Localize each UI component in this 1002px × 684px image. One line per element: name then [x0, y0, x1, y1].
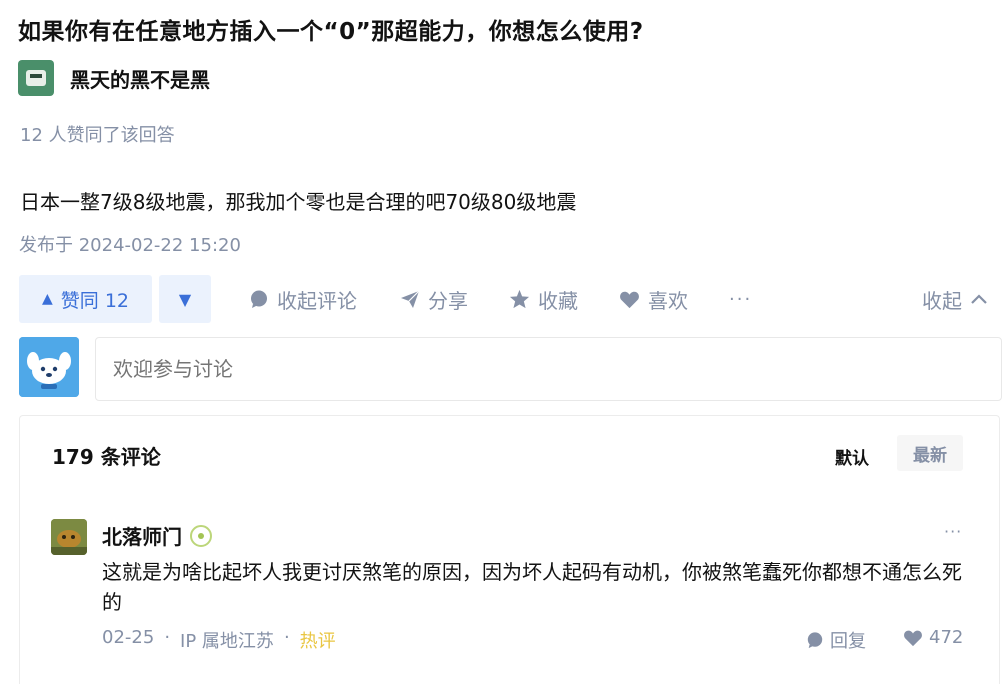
- author-name[interactable]: 黑天的黑不是黑: [70, 64, 210, 93]
- comment-more-button[interactable]: ···: [944, 522, 962, 541]
- comment-like-button[interactable]: 472: [903, 627, 963, 648]
- author-avatar[interactable]: [18, 60, 54, 96]
- action-bar: ▲ 赞同 12 ▼ 收起评论 分享 收藏 喜欢 ··· 收起: [19, 275, 1002, 323]
- vote-up-arrow-icon: ▲: [42, 291, 53, 307]
- share-label: 分享: [428, 288, 468, 313]
- collect-button[interactable]: 收藏: [509, 275, 578, 323]
- answer-content: 日本一整7级8级地震，那我加个零也是合理的吧70级80级地震: [20, 190, 577, 214]
- sort-newest-tab[interactable]: 最新: [897, 435, 963, 471]
- vote-down-arrow-icon: ▼: [178, 289, 192, 309]
- comment-text: 这就是为啥比起坏人我更讨厌煞笔的原因，因为坏人起码有动机，你被煞笔蠢死你都想不通…: [102, 560, 962, 614]
- comment-author-name[interactable]: 北落师门: [102, 521, 182, 550]
- dog-avatar-icon: [19, 337, 79, 397]
- comment-ip-location: IP 属地江苏: [180, 631, 274, 652]
- heart-icon: [620, 291, 639, 308]
- comment-like-count: 472: [929, 627, 964, 648]
- more-dots-icon: ···: [729, 288, 753, 310]
- reply-button[interactable]: 回复: [806, 627, 866, 653]
- comment-avatar-image-icon: [51, 519, 87, 555]
- author-badge-icon: [190, 524, 212, 547]
- more-actions-button[interactable]: ···: [729, 275, 752, 323]
- vote-up-button[interactable]: ▲ 赞同 12: [19, 275, 152, 323]
- comments-count: 179 条评论: [52, 445, 161, 469]
- collect-label: 收藏: [538, 288, 578, 313]
- collapse-answer-button[interactable]: 收起: [922, 275, 988, 323]
- question-title[interactable]: 如果你有在任意地方插入一个“0”那超能力，你想怎么使用?: [18, 12, 644, 46]
- vote-up-label: 赞同 12: [60, 289, 129, 312]
- reply-bubble-icon: [807, 632, 823, 649]
- comment-author: 北落师门: [102, 521, 212, 550]
- collapse-label: 收起: [922, 288, 962, 313]
- chevron-up-icon: [971, 294, 987, 304]
- comment-author-avatar[interactable]: [51, 519, 87, 555]
- meta-separator: ·: [164, 627, 171, 648]
- comment-composer: [19, 337, 1002, 401]
- current-user-avatar[interactable]: [19, 337, 79, 397]
- author-row: 黑天的黑不是黑: [18, 60, 210, 96]
- votes-summary: 12 人赞同了该回答: [20, 125, 175, 146]
- collapse-comments-button[interactable]: 收起评论: [249, 275, 357, 323]
- like-label: 喜欢: [648, 288, 688, 313]
- comment-meta: 02-25 · IP 属地江苏 · 热评: [102, 627, 336, 653]
- comments-panel: 179 条评论 默认 最新 北落师门 ··· 这就是为啥比起坏人我更讨厌煞笔的原…: [19, 415, 1000, 684]
- share-plane-icon: [401, 290, 420, 308]
- comment-input[interactable]: [95, 337, 1002, 401]
- publish-time[interactable]: 发布于 2024-02-22 15:20: [19, 231, 241, 257]
- comment-date: 02-25: [102, 627, 155, 648]
- star-icon: [509, 289, 530, 309]
- reply-label: 回复: [830, 631, 866, 652]
- sort-default-tab[interactable]: 默认: [835, 444, 869, 469]
- heart-icon: [904, 630, 922, 646]
- comment-bubble-icon: [251, 290, 267, 308]
- hot-comment-badge: 热评: [299, 631, 336, 652]
- vote-down-button[interactable]: ▼: [159, 275, 211, 323]
- meta-separator: ·: [283, 627, 290, 648]
- collapse-comments-label: 收起评论: [277, 288, 357, 313]
- share-button[interactable]: 分享: [400, 275, 468, 323]
- like-button[interactable]: 喜欢: [619, 275, 688, 323]
